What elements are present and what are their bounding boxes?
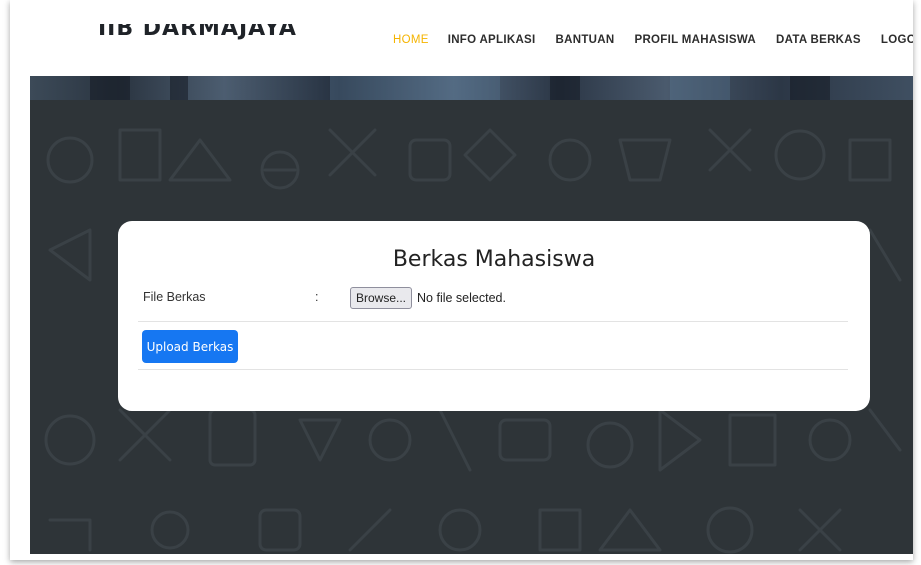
form-bottom-divider — [138, 369, 848, 370]
file-status-text: No file selected. — [417, 291, 506, 305]
label-separator: : — [315, 290, 319, 304]
nav-data-berkas[interactable]: DATA BERKAS — [776, 34, 861, 46]
browse-button[interactable]: Browse... — [350, 287, 413, 309]
campus-photo-strip — [30, 76, 913, 100]
hero-background: Berkas Mahasiswa File Berkas : Browse...… — [30, 76, 913, 554]
brand-logo-text[interactable]: IIB DARMAJAYA — [98, 24, 297, 42]
top-navbar: IIB DARMAJAYA HOME INFO APLIKASI BANTUAN… — [10, 0, 913, 76]
nav-home[interactable]: HOME — [393, 34, 429, 46]
file-input[interactable]: Browse... No file selected. — [350, 287, 506, 309]
file-berkas-label: File Berkas — [143, 290, 206, 304]
browser-viewport: IIB DARMAJAYA HOME INFO APLIKASI BANTUAN… — [10, 0, 913, 560]
row-divider — [138, 321, 848, 322]
nav-info-aplikasi[interactable]: INFO APLIKASI — [448, 34, 536, 46]
main-menu: HOME INFO APLIKASI BANTUAN PROFIL MAHASI… — [380, 34, 913, 46]
nav-bantuan[interactable]: BANTUAN — [556, 34, 615, 46]
card-title: Berkas Mahasiswa — [392, 247, 596, 272]
berkas-card: Berkas Mahasiswa File Berkas : Browse...… — [118, 221, 870, 411]
upload-berkas-button[interactable]: Upload Berkas — [142, 330, 238, 363]
nav-profil-mahasiswa[interactable]: PROFIL MAHASISWA — [634, 34, 756, 46]
nav-logout[interactable]: LOGOUT — [881, 34, 913, 46]
